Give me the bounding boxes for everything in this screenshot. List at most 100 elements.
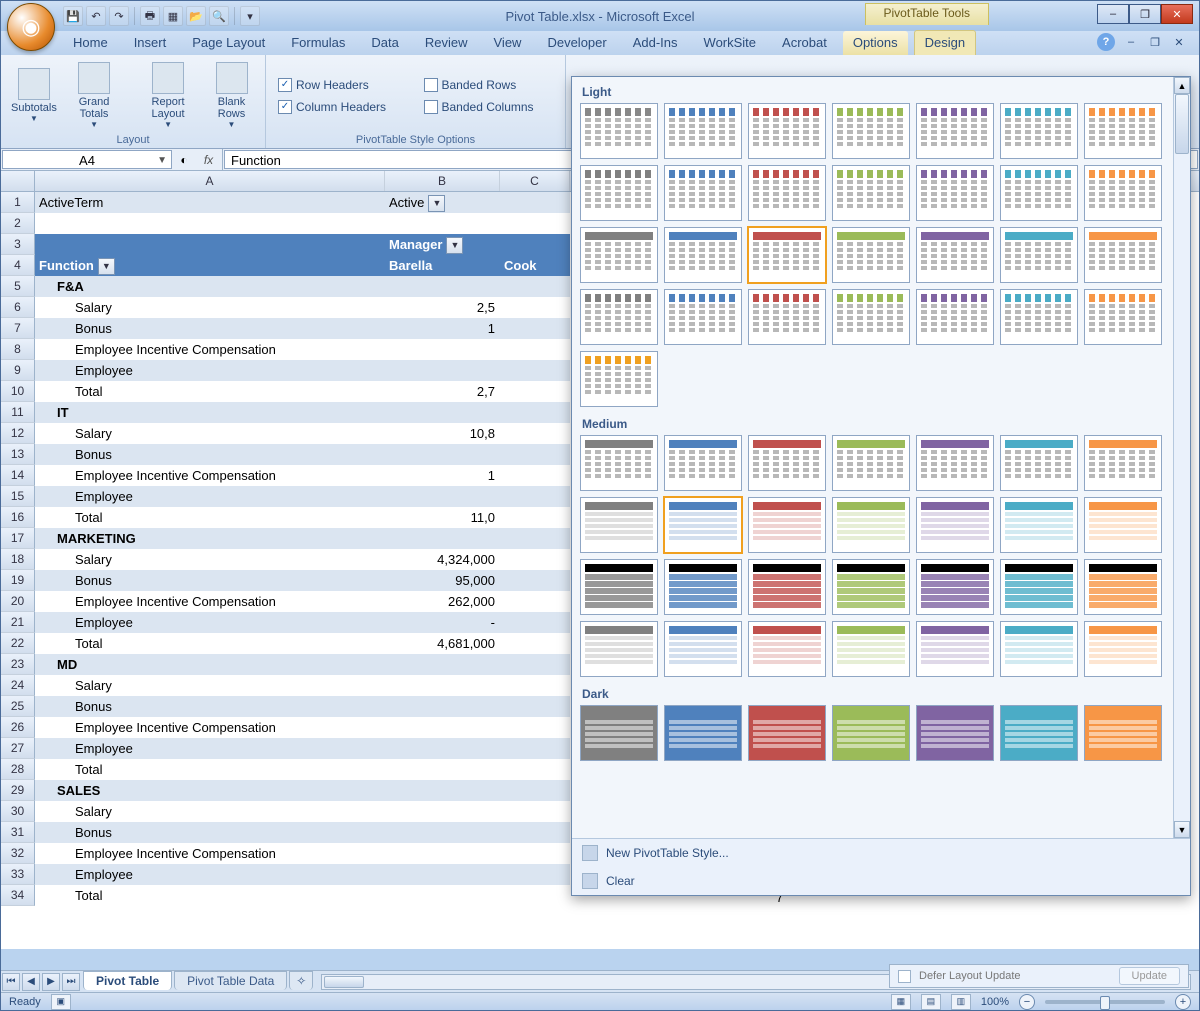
row-header[interactable]: 17 <box>1 528 35 549</box>
blank-rows-button[interactable]: Blank Rows▼ <box>204 57 259 134</box>
row-header[interactable]: 10 <box>1 381 35 402</box>
zoom-level[interactable]: 100% <box>981 996 1009 1008</box>
qa-customize-icon[interactable]: ▾ <box>240 6 260 26</box>
cell[interactable]: Employee Incentive Compensation <box>35 843 385 864</box>
tab-nav-next-icon[interactable]: ▶ <box>42 973 60 991</box>
cell[interactable]: Total <box>35 885 385 906</box>
cell[interactable] <box>500 360 570 381</box>
sheet-tab-pivot-table-data[interactable]: Pivot Table Data <box>174 971 287 990</box>
style-swatch[interactable] <box>1084 497 1162 553</box>
style-swatch[interactable] <box>1084 227 1162 283</box>
style-swatch[interactable] <box>1084 705 1162 761</box>
style-swatch[interactable] <box>580 227 658 283</box>
style-swatch[interactable] <box>1084 103 1162 159</box>
cell[interactable]: Salary <box>35 675 385 696</box>
cell[interactable] <box>500 339 570 360</box>
style-swatch[interactable] <box>664 497 742 553</box>
style-swatch[interactable] <box>1084 559 1162 615</box>
scroll-up-icon[interactable]: ▲ <box>1174 77 1190 94</box>
style-swatch[interactable] <box>1084 165 1162 221</box>
row-header[interactable]: 20 <box>1 591 35 612</box>
row-header[interactable]: 31 <box>1 822 35 843</box>
cell[interactable]: 11,0 <box>385 507 500 528</box>
cell[interactable] <box>385 843 500 864</box>
style-swatch[interactable] <box>664 559 742 615</box>
cell[interactable]: Bonus <box>35 318 385 339</box>
new-sheet-tab[interactable]: ✧ <box>289 971 313 990</box>
cell[interactable] <box>500 465 570 486</box>
style-swatch[interactable] <box>664 705 742 761</box>
style-swatch[interactable] <box>1000 559 1078 615</box>
cell[interactable]: SALES <box>35 780 385 801</box>
qa-quickprint-icon[interactable]: 🖶 <box>140 6 160 26</box>
style-swatch[interactable] <box>832 103 910 159</box>
style-swatch[interactable] <box>580 497 658 553</box>
row-header[interactable]: 13 <box>1 444 35 465</box>
row-header[interactable]: 23 <box>1 654 35 675</box>
style-swatch[interactable] <box>832 621 910 677</box>
cell[interactable]: Bonus <box>35 696 385 717</box>
maximize-button[interactable]: ❐ <box>1129 4 1161 24</box>
style-swatch[interactable] <box>748 289 826 345</box>
cell[interactable] <box>500 633 570 654</box>
cell[interactable] <box>385 486 500 507</box>
cell[interactable] <box>385 738 500 759</box>
cell[interactable] <box>500 759 570 780</box>
style-swatch[interactable] <box>916 621 994 677</box>
style-swatch[interactable] <box>748 559 826 615</box>
cell[interactable]: Cook <box>500 255 570 276</box>
style-swatch[interactable] <box>832 705 910 761</box>
cell[interactable] <box>35 213 385 234</box>
office-button[interactable]: ◉ <box>7 3 55 51</box>
cell[interactable] <box>500 549 570 570</box>
style-swatch[interactable] <box>1000 165 1078 221</box>
cell[interactable]: Barella <box>385 255 500 276</box>
row-header[interactable]: 26 <box>1 717 35 738</box>
style-swatch[interactable] <box>748 705 826 761</box>
scroll-thumb[interactable] <box>1175 94 1189 154</box>
tab-design[interactable]: Design <box>914 30 976 55</box>
tab-formulas[interactable]: Formulas <box>281 31 355 55</box>
help-icon[interactable]: ? <box>1097 33 1115 51</box>
row-header[interactable]: 27 <box>1 738 35 759</box>
cell[interactable]: Employee Incentive Compensation <box>35 339 385 360</box>
report-layout-button[interactable]: Report Layout▼ <box>136 57 200 134</box>
mdi-close-icon[interactable]: ✕ <box>1171 34 1187 50</box>
style-swatch[interactable] <box>664 621 742 677</box>
cell[interactable]: Total <box>35 759 385 780</box>
cell[interactable]: Employee <box>35 612 385 633</box>
style-swatch[interactable] <box>832 227 910 283</box>
cell[interactable] <box>500 612 570 633</box>
cell[interactable]: Salary <box>35 801 385 822</box>
col-header-c[interactable]: C <box>500 171 570 191</box>
column-headers-checkbox[interactable]: Column Headers <box>278 98 408 116</box>
style-swatch[interactable] <box>580 705 658 761</box>
cell[interactable]: Bonus <box>35 822 385 843</box>
macro-record-icon[interactable]: ▣ <box>51 994 71 1010</box>
cell[interactable] <box>35 234 385 255</box>
cell[interactable] <box>500 885 570 906</box>
tab-insert[interactable]: Insert <box>124 31 177 55</box>
name-box[interactable]: A4▼ <box>2 150 172 169</box>
style-swatch[interactable] <box>1084 289 1162 345</box>
cell[interactable]: 4,324,000 <box>385 549 500 570</box>
tab-nav-last-icon[interactable]: ⏭ <box>62 973 80 991</box>
row-header[interactable]: 18 <box>1 549 35 570</box>
row-header[interactable]: 12 <box>1 423 35 444</box>
page-break-view-icon[interactable]: ▥ <box>951 994 971 1010</box>
cell[interactable] <box>500 696 570 717</box>
style-swatch[interactable] <box>748 497 826 553</box>
tab-worksite[interactable]: WorkSite <box>694 31 767 55</box>
cell[interactable]: Salary <box>35 423 385 444</box>
style-swatch[interactable] <box>1000 497 1078 553</box>
cell[interactable] <box>500 423 570 444</box>
row-header[interactable]: 22 <box>1 633 35 654</box>
col-header-a[interactable]: A <box>35 171 385 191</box>
cell[interactable]: ActiveTerm <box>35 192 385 213</box>
close-button[interactable]: ✕ <box>1161 4 1193 24</box>
cell[interactable] <box>500 318 570 339</box>
cell[interactable]: Employee <box>35 486 385 507</box>
zoom-in-button[interactable]: + <box>1175 994 1191 1010</box>
cell[interactable] <box>500 507 570 528</box>
tab-page-layout[interactable]: Page Layout <box>182 31 275 55</box>
